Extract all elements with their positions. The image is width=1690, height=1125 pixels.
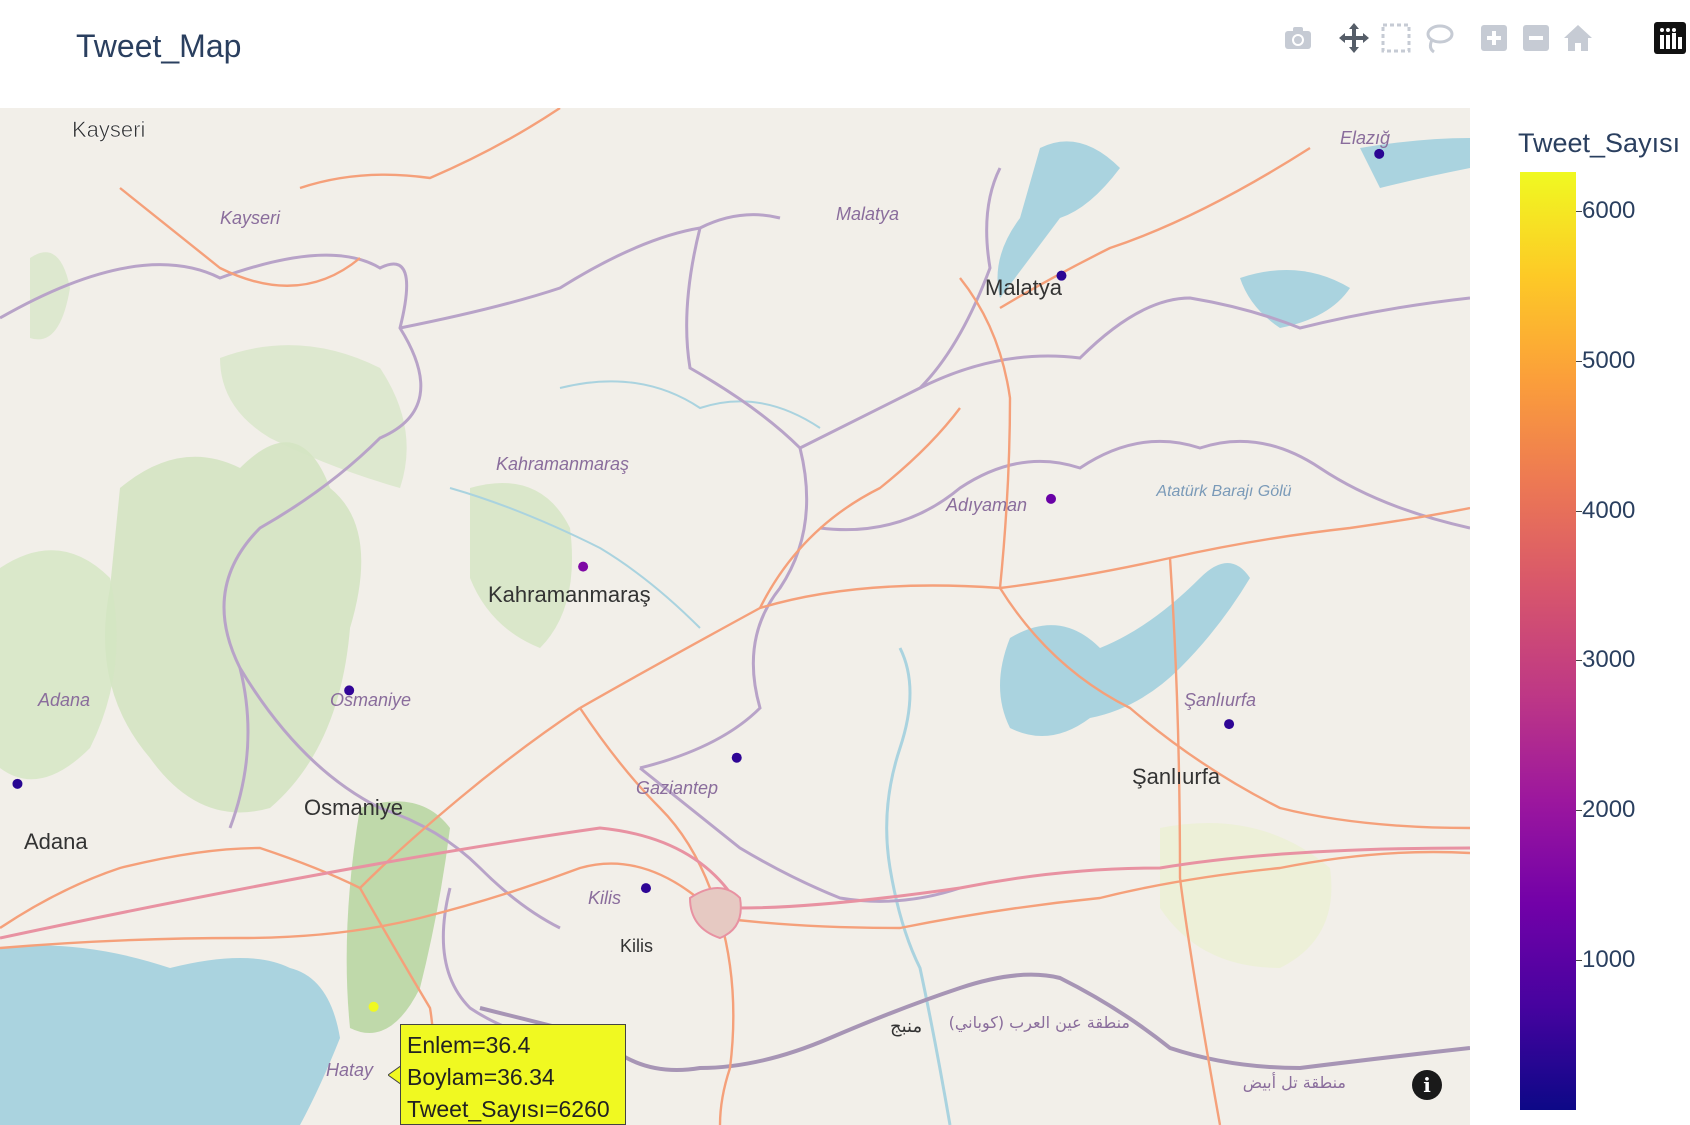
tweet-point[interactable] <box>578 561 589 572</box>
colorbar-tick-label: 2000 <box>1582 796 1636 824</box>
colorbar-tick-label: 3000 <box>1582 646 1636 674</box>
place-label: Adana <box>37 690 90 710</box>
place-label: Kilis <box>620 936 653 956</box>
colorbar-title: Tweet_Sayısı <box>1518 128 1681 158</box>
tweet-point[interactable] <box>640 883 651 894</box>
zoom-in-icon[interactable] <box>1476 20 1512 56</box>
tooltip-line-enlem: Enlem=36.4 <box>407 1032 531 1058</box>
place-label: Adana <box>24 829 88 854</box>
tweet-point[interactable] <box>1056 270 1067 281</box>
tweet-point[interactable] <box>368 1001 379 1012</box>
tweet-point[interactable] <box>1224 719 1235 730</box>
lasso-icon[interactable] <box>1420 20 1456 56</box>
box-select-icon[interactable] <box>1378 20 1414 56</box>
hover-tooltip: Enlem=36.4 Boylam=36.34 Tweet_Sayısı=626… <box>400 1024 626 1125</box>
place-label: Kayseri <box>72 117 145 142</box>
pan-icon[interactable] <box>1336 20 1372 56</box>
tweet-point[interactable] <box>731 752 742 763</box>
place-label: Atatürk Barajı Gölü <box>1155 483 1291 500</box>
colorbar-tick-mark <box>1576 360 1582 362</box>
place-label: Adıyaman <box>945 495 1027 515</box>
plotly-logo-icon[interactable] <box>1652 20 1688 56</box>
place-label: Osmaniye <box>304 795 403 820</box>
camera-icon[interactable] <box>1280 20 1316 56</box>
map-gaziantep-urban <box>688 887 742 940</box>
place-label: Şanlıurfa <box>1184 690 1256 710</box>
map-area[interactable]: Kayseri Kayseri Malatya Malatya Elazığ K… <box>0 108 1470 1125</box>
tweet-point[interactable] <box>344 685 355 696</box>
tooltip-line-boylam: Boylam=36.34 <box>407 1064 555 1090</box>
place-label: Elazığ <box>1340 128 1390 148</box>
place-label: Atatürk Barajı Gölü <box>1155 483 1291 500</box>
place-label: Şanlıurfa <box>1132 764 1221 789</box>
colorbar-tick-mark <box>1576 660 1582 662</box>
place-label: Kilis <box>588 888 621 908</box>
colorbar-tick-label: 6000 <box>1582 196 1636 224</box>
place-label: Kayseri <box>220 208 281 228</box>
place-label: Malatya <box>836 204 899 224</box>
place-label: Gaziantep <box>636 778 718 798</box>
place-label: Kahramanmaraş <box>488 582 651 607</box>
place-label: منبج <box>890 1016 922 1037</box>
place-label: Malatya <box>985 275 1063 300</box>
colorbar-tick-label: 4000 <box>1582 496 1636 524</box>
tooltip-line-tweet-sayisi: Tweet_Sayısı=6260 <box>407 1096 610 1122</box>
colorbar-tick-mark <box>1576 810 1582 812</box>
place-label: Osmaniye <box>330 690 411 710</box>
place-label: منطقة عين العرب (كوباني) <box>949 1013 1130 1033</box>
place-label: منطقة تل أبيض <box>1243 1072 1346 1093</box>
place-label: Kahramanmaraş <box>496 454 629 474</box>
colorbar <box>1520 172 1576 1110</box>
colorbar-tick-mark <box>1576 210 1582 212</box>
tweet-point[interactable] <box>12 778 23 789</box>
place-label: Hatay <box>326 1060 374 1080</box>
colorbar-tick-mark <box>1576 960 1582 962</box>
page-title: Tweet_Map <box>76 28 242 64</box>
colorbar-tick-mark <box>1576 510 1582 512</box>
colorbar-tick-label: 5000 <box>1582 346 1636 374</box>
tweet-point[interactable] <box>1374 148 1385 159</box>
map-canvas[interactable]: Kayseri Kayseri Malatya Malatya Elazığ K… <box>0 108 1470 1125</box>
home-icon[interactable] <box>1560 20 1596 56</box>
colorbar-tick-label: 1000 <box>1582 946 1636 974</box>
info-icon[interactable]: i <box>1412 1070 1442 1100</box>
tweet-point[interactable] <box>1045 493 1056 504</box>
map-border-international <box>479 972 1470 1125</box>
zoom-out-icon[interactable] <box>1518 20 1554 56</box>
